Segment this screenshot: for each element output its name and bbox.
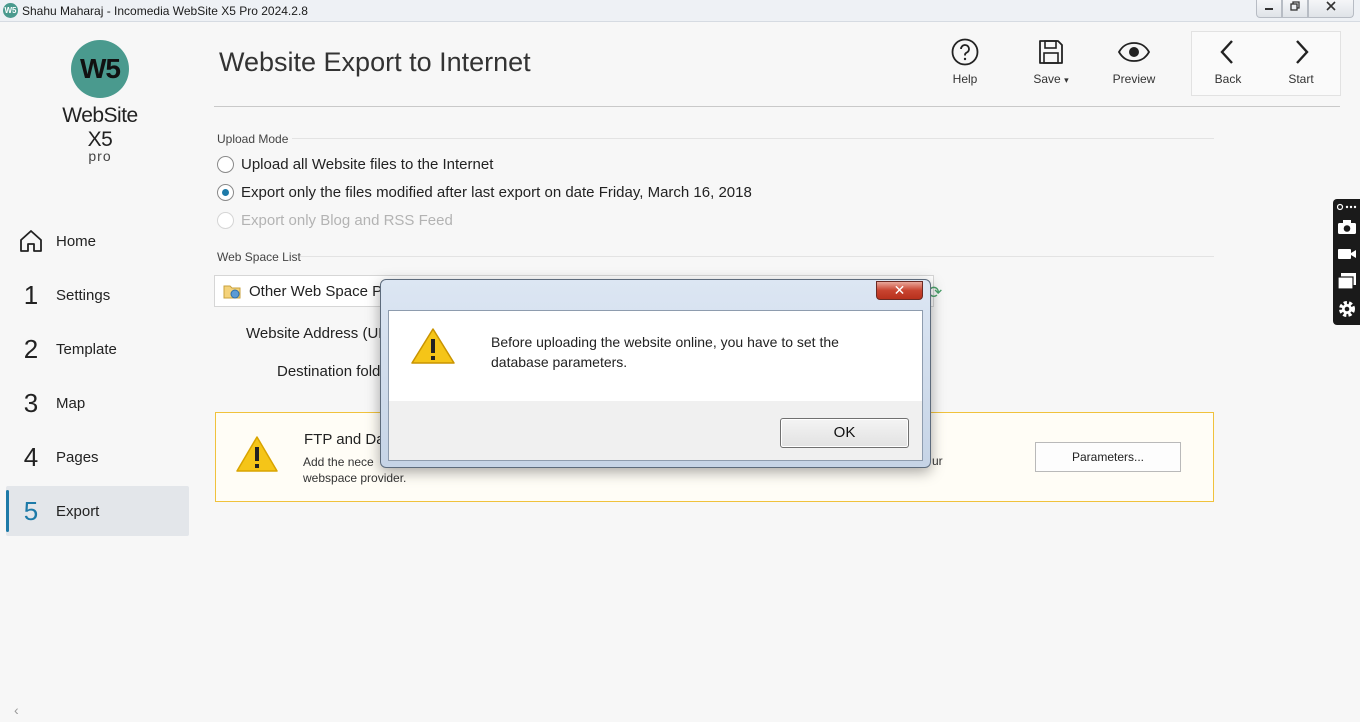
upload-mode-divider [292,138,1214,139]
database-warning-dialog: ✕ Before uploading the website online, y… [380,279,931,468]
radio-label: Export only the files modified after las… [241,184,752,201]
video-camera-icon[interactable] [1337,246,1357,262]
header-divider [214,106,1340,107]
help-button[interactable]: Help [930,38,1000,86]
help-label: Help [952,72,978,86]
page-title: Website Export to Internet [219,47,531,77]
chevron-right-icon [1296,40,1309,64]
sidebar-item-label: Settings [56,286,111,304]
logo-edition: pro [88,148,112,164]
sidebar-item-label: Map [56,394,86,412]
camera-icon[interactable] [1337,219,1357,235]
sidebar-item-map[interactable]: 3 Map [6,378,189,428]
ftp-box-text-line2: webspace provider. [303,471,407,485]
radio-export-modified[interactable]: Export only the files modified after las… [217,184,752,201]
save-icon [1039,40,1063,64]
sidebar-item-export[interactable]: 5 Export [6,486,189,536]
website-address-label: Website Address (UR [246,325,390,342]
sidebar-item-number: 1 [23,279,39,310]
sidebar-item-label: Template [56,340,117,358]
warning-icon [411,328,455,364]
back-label: Back [1214,72,1242,86]
radio-button [217,212,234,229]
web-space-divider [300,256,1214,257]
radio-label: Export only Blog and RSS Feed [241,212,453,229]
window-title: Shahu Maharaj - Incomedia WebSite X5 Pro… [22,4,308,18]
preview-label: Preview [1112,72,1156,86]
dialog-body: Before uploading the website online, you… [388,310,923,461]
sidebar-item-label: Export [56,502,100,520]
sidebar-item-icon [6,228,56,254]
sidebar-item-settings[interactable]: 1 Settings [6,270,189,320]
home-icon [20,230,42,252]
link-icon[interactable] [1337,202,1357,212]
dialog-close-button[interactable]: ✕ [876,281,923,300]
title-bar: W5 Shahu Maharaj - Incomedia WebSite X5 … [0,0,1360,22]
close-icon [1326,1,1336,11]
folder-globe-icon [223,285,241,299]
sidebar-item-number: 4 [23,441,39,472]
back-button[interactable]: Back [1193,38,1263,86]
sidebar-item-label: Home [56,232,97,250]
preview-button[interactable]: Preview [1099,38,1169,86]
radio-button [217,156,234,173]
sidebar-item-home[interactable]: Home [6,216,189,266]
logo-mark: W5 [71,40,129,98]
restore-icon [1290,1,1300,11]
upload-mode-label: Upload Mode [217,132,289,146]
ftp-box-text-end: ur [932,454,943,468]
start-label: Start [1288,72,1314,86]
windows-icon[interactable] [1337,272,1357,290]
ok-button[interactable]: OK [780,418,909,448]
ftp-box-title: FTP and Da [304,431,385,448]
capture-widget [1333,199,1360,325]
sidebar-nav: Home 1 Settings 2 Template 3 Map 4 Pages… [6,216,189,540]
collapse-sidebar-button[interactable]: ‹ [14,702,19,718]
minimize-icon [1265,8,1273,10]
chevron-left-icon [1220,40,1233,64]
sidebar-item-number: 5 [23,495,39,526]
sidebar-item-number: 2 [23,333,39,364]
save-button[interactable]: Save ▾ [1016,38,1086,86]
app-icon: W5 [3,3,18,18]
radio-export-blog: Export only Blog and RSS Feed [217,212,453,229]
dialog-message: Before uploading the website online, you… [491,334,839,370]
window-controls [1256,0,1354,18]
logo-name: WebSite X5 [62,104,138,151]
dialog-footer: OK [389,401,922,460]
selected-provider: Other Web Space Pr [249,282,388,300]
sidebar-item-number: 3 [23,387,39,418]
chevron-down-icon: ▾ [1064,75,1069,85]
start-button[interactable]: Start [1266,38,1336,86]
destination-folder-label: Destination fold [277,363,381,380]
sidebar-item-template[interactable]: 2 Template [6,324,189,374]
restore-button[interactable] [1282,0,1308,18]
ftp-box-text-line1: Add the nece [303,455,374,469]
radio-upload-all[interactable]: Upload all Website files to the Internet [217,156,493,173]
save-label: Save [1033,72,1061,86]
sidebar-item-pages[interactable]: 4 Pages [6,432,189,482]
product-logo: W5 WebSite X5 pro [50,40,150,164]
parameters-button[interactable]: Parameters... [1035,442,1181,472]
close-button[interactable] [1308,0,1354,18]
web-space-list-label: Web Space List [217,250,301,264]
gear-icon[interactable] [1337,299,1357,319]
radio-button [217,184,234,201]
eye-icon [1117,42,1151,62]
sidebar-item-label: Pages [56,448,99,466]
help-icon [951,38,979,66]
warning-icon [236,436,278,472]
minimize-button[interactable] [1256,0,1282,18]
radio-label: Upload all Website files to the Internet [241,156,494,173]
